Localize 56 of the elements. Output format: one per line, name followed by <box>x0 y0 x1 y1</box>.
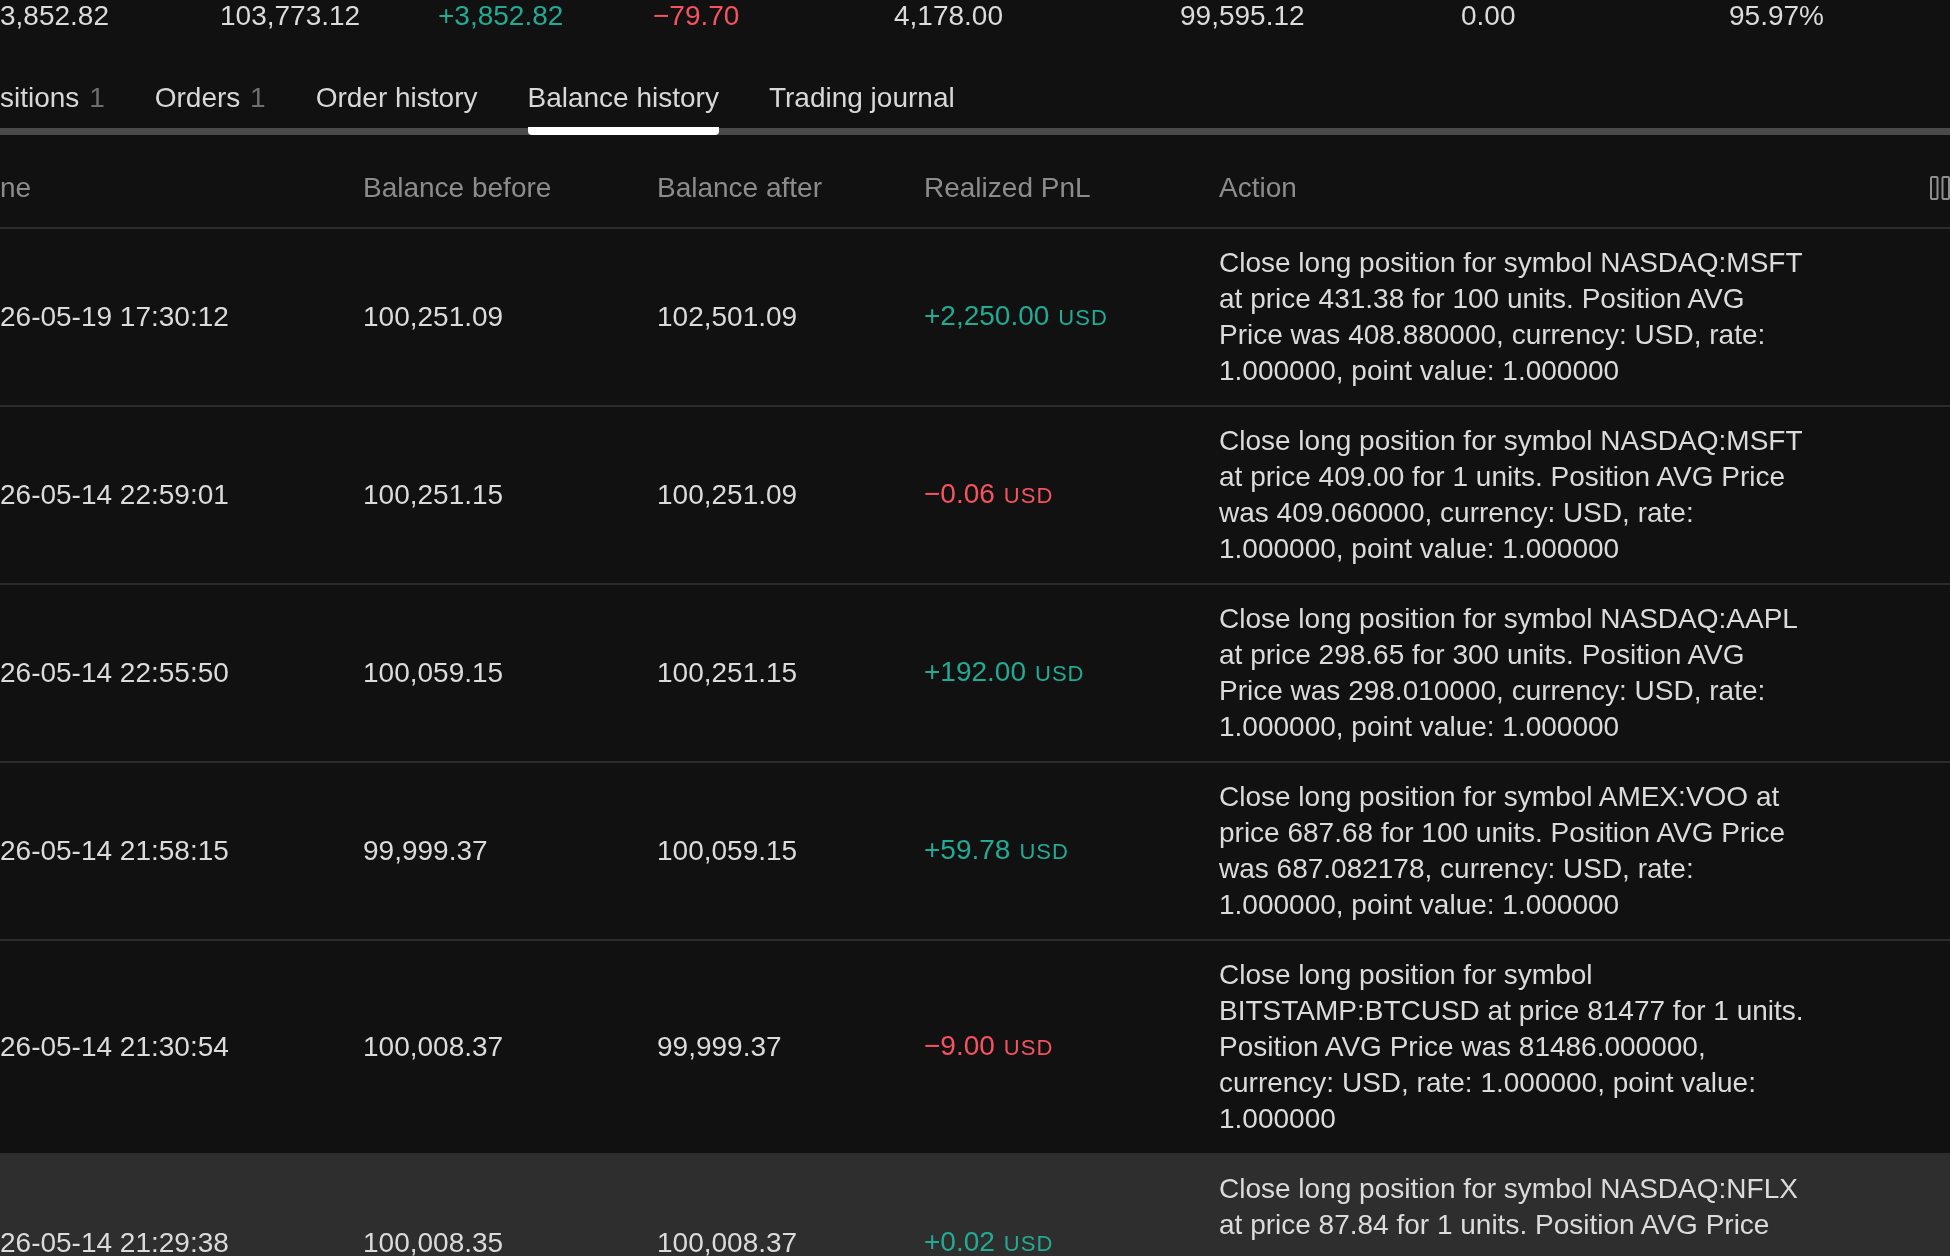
column-header: Action <box>1219 172 1297 204</box>
currency-label: USD <box>1058 305 1108 331</box>
tab[interactable]: sitions 1 <box>0 82 105 135</box>
currency-label: USD <box>1019 839 1069 865</box>
summary-value: 95.97% <box>1729 0 1824 32</box>
table-cell: 100,059.15 <box>363 660 504 686</box>
columns-icon[interactable] <box>1930 176 1950 200</box>
pnl-value: +192.00 <box>924 659 1026 685</box>
column-header: Realized PnL <box>924 172 1091 204</box>
table-cell: 100,008.37 <box>657 1230 798 1256</box>
table-cell-text: Close long position for symbol NASDAQ:MSFT at price 409.00 for 1 units. Position AVG Price was 409.060000, currency: USD, rate: 1.000000, point value: 1.000000 <box>1219 424 1804 566</box>
column-header: Balance before <box>363 172 552 204</box>
table-cell: 100,251.15 <box>657 660 798 686</box>
summary-value: 4,178.00 <box>894 0 1003 32</box>
table-cell: 26-05-19 17:30:12 <box>0 304 229 330</box>
pnl-value: +0.02 <box>924 1229 995 1255</box>
table-cell-text: Close long position for symbol NASDAQ:AAPL at price 298.65 for 300 units. Position AVG Price was 298.010000, currency: USD, rate: 1.000000, point value: 1.000000 <box>1219 602 1798 744</box>
summary-value: 99,595.12 <box>1180 0 1305 32</box>
summary-value: 103,773.12 <box>220 0 361 32</box>
pnl-value: −0.06 <box>924 481 995 507</box>
summary-value: −79.70 <box>653 0 740 32</box>
table-cell: 99,999.37 <box>363 838 488 864</box>
table-cell-text: Close long position for symbol BITSTAMP:BTCUSD at price 81477 for 1 units. Position AVG Price was 81486.000000, currency: USD, rate: 1.000000, point value: 1.000000 <box>1219 958 1805 1136</box>
table-cell: 100,251.09 <box>657 482 798 508</box>
tab[interactable]: Trading journal <box>768 82 955 135</box>
currency-label: USD <box>1003 483 1054 509</box>
table-cell: 100,059.15 <box>657 838 798 864</box>
summary-value: +3,852.82 <box>438 0 564 32</box>
tab[interactable]: Balance history <box>527 82 719 135</box>
table-cell: 102,501.09 <box>657 304 798 330</box>
summary-value: 3,852.82 <box>0 0 109 32</box>
table-cell-text: Close long position for symbol NASDAQ:NFLX at price 87.84 for 1 units. Position AVG Price <box>1219 1172 1799 1242</box>
table-cell: 100,008.37 <box>363 1034 504 1060</box>
currency-label: USD <box>1003 1035 1054 1061</box>
table-cell: 26-05-14 21:58:15 <box>0 838 229 864</box>
table-cell: 100,251.15 <box>363 482 504 508</box>
tab[interactable]: Orders 1 <box>154 82 266 135</box>
table-cell: 26-05-14 22:59:01 <box>0 482 229 508</box>
pnl-value: +59.78 <box>924 837 1011 863</box>
currency-label: USD <box>1035 661 1085 687</box>
tab[interactable]: Order history <box>315 82 478 135</box>
table-cell-text: Close long position for symbol AMEX:VOO at price 687.68 for 100 units. Position AVG Price was 687.082178, currency: USD, rate: 1.000000, point value: 1.000000 <box>1219 780 1786 922</box>
table-cell: 26-05-14 21:29:38 <box>0 1230 229 1256</box>
table-cell: 100,251.09 <box>363 304 504 330</box>
table-cell: 26-05-14 21:30:54 <box>0 1034 229 1060</box>
column-header: Balance after <box>657 172 822 204</box>
table-cell: 99,999.37 <box>657 1034 782 1060</box>
table-cell: 26-05-14 22:55:50 <box>0 660 229 686</box>
currency-label: USD <box>1003 1231 1054 1256</box>
table-cell-text: Close long position for symbol NASDAQ:MSFT at price 431.38 for 100 units. Position AVG Price was 408.880000, currency: USD, rate: 1.000000, point value: 1.000000 <box>1219 246 1804 388</box>
summary-value: 0.00 <box>1461 0 1516 32</box>
pnl-value: +2,250.00 <box>924 303 1050 329</box>
table-cell: 100,008.35 <box>363 1230 504 1256</box>
column-header: ne <box>0 172 32 204</box>
pnl-value: −9.00 <box>924 1033 995 1059</box>
table-row[interactable]: 26-05-14 21:29:38 100,008.35 100,008.37 +0.02 USD Close long position for symbol NASDAQ:NFLX at price 87.84 for 1 units. Position AVG Price <box>0 1155 1950 1256</box>
